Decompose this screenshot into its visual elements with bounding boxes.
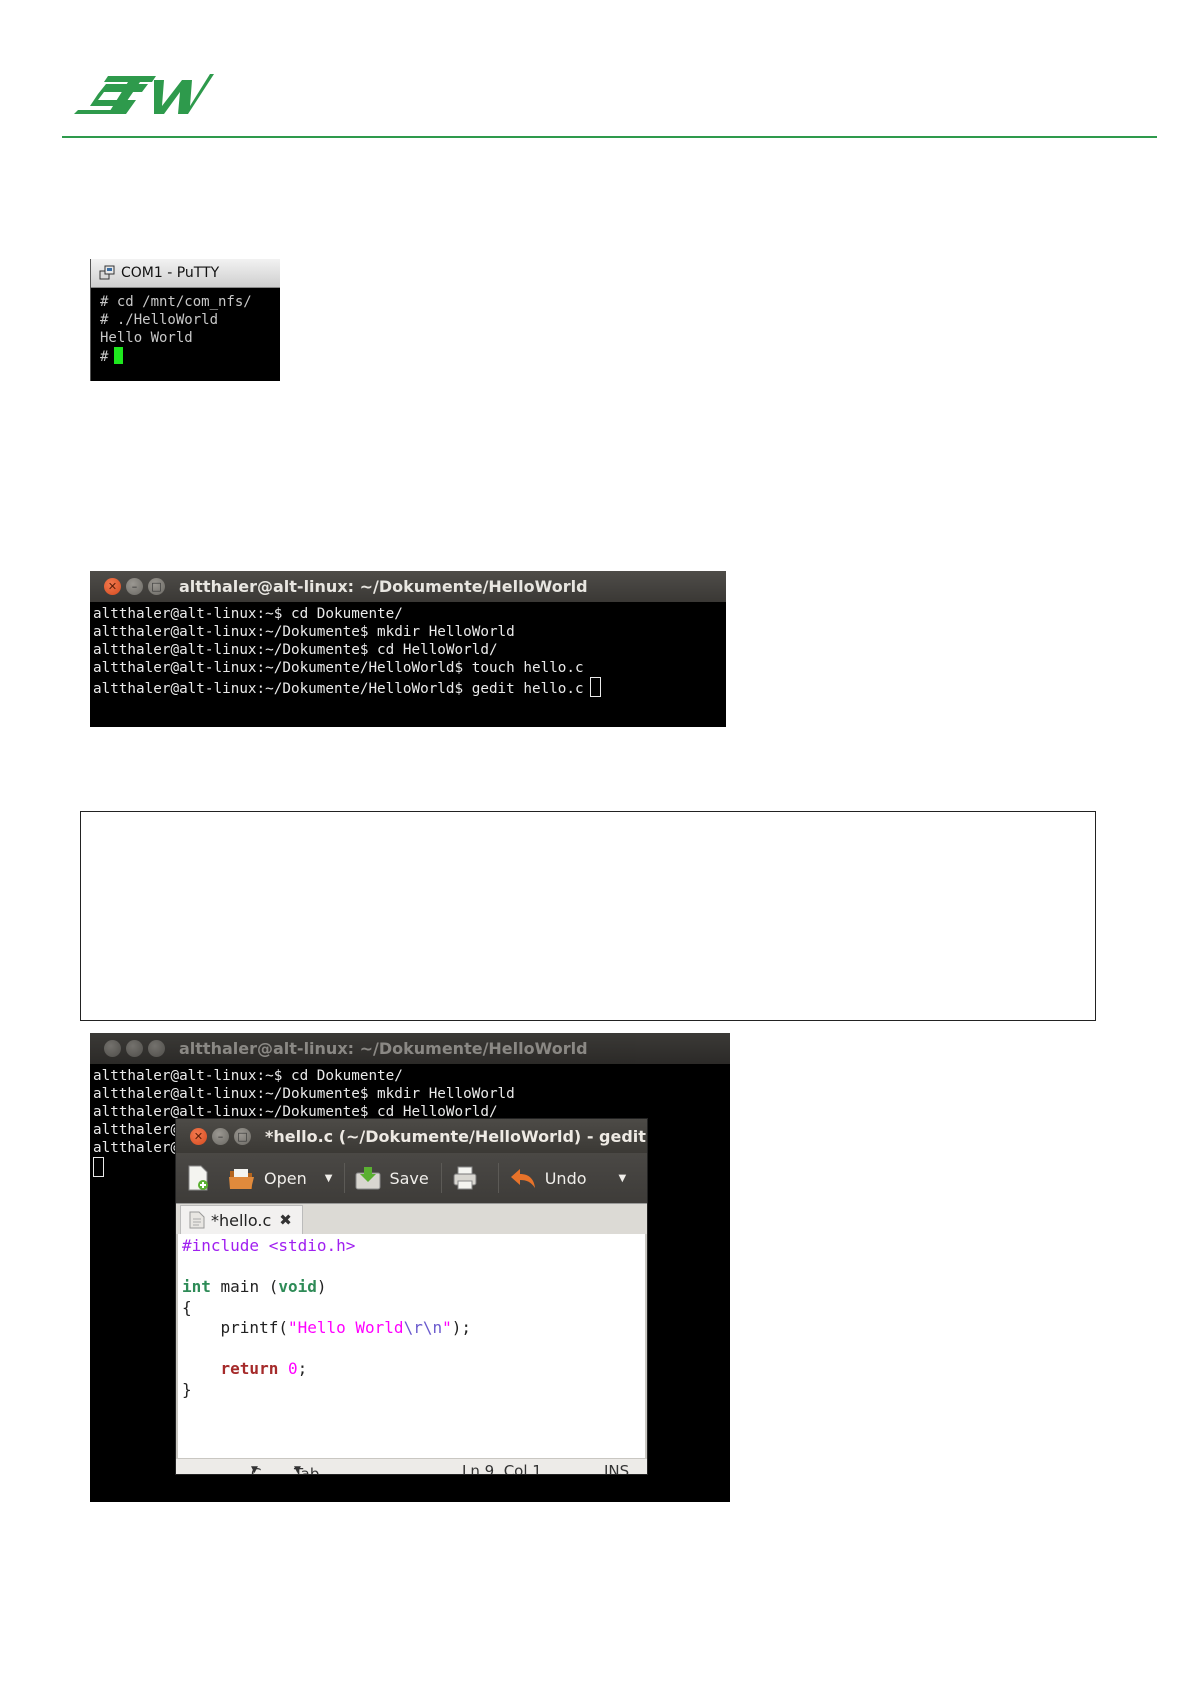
include-directive: #include <stdio.h> [182, 1236, 356, 1255]
terminal-line: altthaler@alt-linux:~$ cd Dokumente/ [93, 1068, 403, 1084]
terminal-line: altthaler@alt-linux:~/Dokumente$ mkdir H… [93, 624, 515, 640]
putty-line: # cd /mnt/com_nfs/ [100, 294, 252, 310]
tab-bar: *hello.c ✖ [176, 1203, 647, 1234]
undo-icon [510, 1169, 535, 1188]
gedit-title: *hello.c (~/Dokumente/HelloWorld) - gedi… [265, 1126, 646, 1146]
toolbar-separator [344, 1163, 346, 1193]
return-indent [182, 1359, 221, 1378]
folder-open-icon [229, 1169, 254, 1189]
chevron-down-icon[interactable]: ▼ [325, 1173, 333, 1184]
new-document-button[interactable] [186, 1165, 218, 1191]
minimize-icon[interactable] [126, 1040, 143, 1057]
toolbar-separator [440, 1163, 442, 1193]
terminal-titlebar[interactable]: altthaler@alt-linux: ~/Dokumente/HelloWo… [90, 1033, 730, 1064]
terminal-line: altthaler@alt-linux:~/Dokumente/HelloWor… [93, 681, 584, 697]
maximize-icon[interactable] [148, 1040, 165, 1057]
terminal-line: altthaler@alt-linux:~$ cd Dokumente/ [93, 606, 403, 622]
gedit-toolbar: Open ▼ Save Undo ▼ [176, 1153, 647, 1203]
tab-label: *hello.c [211, 1210, 272, 1230]
terminal-title: altthaler@alt-linux: ~/Dokumente/HelloWo… [179, 577, 588, 596]
undo-label: Undo [544, 1168, 587, 1188]
open-brace: { [182, 1297, 192, 1317]
print-button[interactable] [452, 1165, 486, 1191]
gedit-titlebar[interactable]: ✕ – □ *hello.c (~/Dokumente/HelloWorld) … [176, 1119, 647, 1153]
cursor-position: Ln 9, Col 1 [462, 1462, 542, 1474]
printf-call: printf( [182, 1318, 288, 1337]
putty-line: Hello World [100, 330, 193, 346]
keyword-void: void [278, 1277, 317, 1296]
putty-line: # [100, 349, 109, 365]
gedit-window: ✕ – □ *hello.c (~/Dokumente/HelloWorld) … [176, 1119, 647, 1474]
minimize-icon[interactable]: – [212, 1127, 229, 1145]
escape-r: \r [403, 1318, 423, 1337]
open-button[interactable]: Open ▼ [228, 1165, 332, 1191]
terminal-window: ✕ – □ altthaler@alt-linux: ~/Dokumente/H… [90, 571, 726, 727]
keyword-return: return [220, 1359, 279, 1378]
string-end: " [442, 1318, 452, 1337]
save-button[interactable]: Save [355, 1165, 429, 1191]
undo-button[interactable]: Undo ▼ [509, 1166, 627, 1190]
putty-console[interactable]: # cd /mnt/com_nfs/ # ./HelloWorld Hello Wo… [91, 288, 280, 366]
open-label: Open [264, 1168, 307, 1188]
save-icon [355, 1167, 381, 1190]
minimize-icon[interactable]: – [126, 578, 143, 595]
terminal-title: altthaler@alt-linux: ~/Dokumente/HelloWo… [179, 1039, 588, 1058]
maximize-icon[interactable]: □ [234, 1127, 251, 1145]
tab-hello-c[interactable]: *hello.c ✖ [180, 1205, 303, 1234]
new-document-icon [188, 1165, 208, 1191]
close-icon[interactable]: ✕ [190, 1127, 207, 1145]
maximize-icon[interactable]: □ [148, 578, 165, 595]
escape-n: \n [422, 1318, 443, 1337]
cursor [93, 1157, 104, 1177]
tab-width-label: Tab Width: 8 [294, 1465, 320, 1474]
putty-line: # ./HelloWorld [100, 312, 219, 328]
close-tab-icon[interactable]: ✖ [279, 1211, 292, 1229]
close-icon[interactable] [104, 1040, 121, 1057]
main-signature: main ( [210, 1277, 279, 1296]
status-bar: C ▼ Tab Width: 8 ▼ Ln 9, Col 1 INS [176, 1458, 647, 1474]
chevron-down-icon: ▼ [251, 1465, 258, 1474]
close-icon[interactable]: ✕ [104, 578, 121, 595]
header-rule [62, 136, 1157, 138]
string-literal: "Hello World [287, 1318, 404, 1337]
insert-mode: INS [604, 1462, 630, 1474]
putty-title: COM1 - PuTTY [121, 265, 220, 281]
chevron-down-icon: ▼ [294, 1465, 301, 1474]
chevron-down-icon[interactable]: ▼ [619, 1173, 627, 1184]
code-editor[interactable]: #include <stdio.h> int main (void) { prin… [176, 1234, 647, 1458]
document-icon [189, 1211, 205, 1229]
semicolon: ; [297, 1359, 308, 1378]
stw-logo [74, 74, 214, 114]
terminal-line: altthaler@alt-linux:~/Dokumente$ cd Hell… [93, 642, 498, 658]
putty-icon [99, 265, 115, 280]
putty-titlebar[interactable]: COM1 - PuTTY [91, 259, 280, 288]
printer-icon [453, 1166, 477, 1190]
keyword-int: int [182, 1277, 211, 1296]
close-paren: ) [316, 1277, 327, 1296]
cursor [589, 677, 601, 697]
return-value: 0 [287, 1359, 298, 1378]
save-label: Save [389, 1168, 429, 1188]
putty-window: COM1 - PuTTY # cd /mnt/com_nfs/ # ./Hello… [90, 259, 280, 381]
terminal-console[interactable]: altthaler@alt-linux:~$ cd Dokumente/altt… [90, 602, 726, 698]
code-listing-box [80, 811, 1096, 1021]
terminal-line: altthaler@alt-linux:~/Dokumente/HelloWor… [93, 660, 584, 676]
printf-end: ); [451, 1318, 471, 1337]
toolbar-separator [497, 1163, 499, 1193]
terminal-titlebar[interactable]: ✕ – □ altthaler@alt-linux: ~/Dokumente/H… [90, 571, 726, 602]
terminal-line: altthaler@alt-linux:~/Dokumente$ mkdir H… [93, 1086, 515, 1102]
cursor [114, 347, 124, 364]
close-brace: } [182, 1379, 192, 1399]
